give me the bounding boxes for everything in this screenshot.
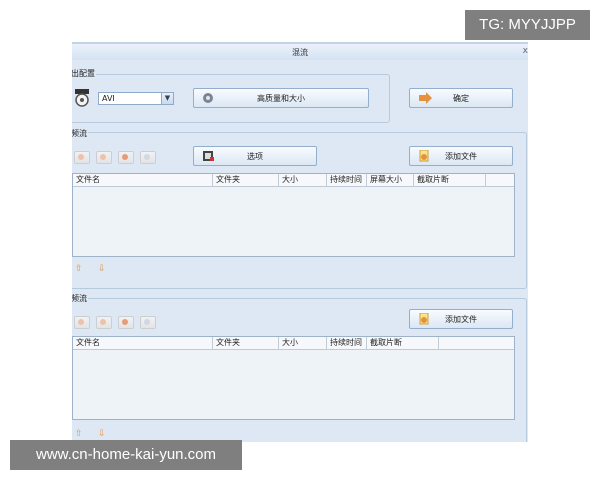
video-clip-tool-icon[interactable] [140,151,156,164]
audio-add-tool-icon[interactable] [74,316,90,329]
video-options-button[interactable]: 选项 [193,146,317,166]
ok-label: 确定 [453,94,469,103]
col-file-name[interactable]: 文件名 [73,174,213,186]
video-stream-legend: 视频流 [72,128,88,139]
col-clip[interactable]: 截取片断 [367,337,439,349]
audio-move-down-icon[interactable]: ⇩ [98,429,106,439]
audio-play-tool-icon[interactable] [118,316,134,329]
format-value: AVI [102,94,115,103]
chevron-down-icon[interactable]: ▼ [161,93,173,104]
audio-add-file-button[interactable]: 添加文件 [409,309,513,329]
window-title: 混流 [292,48,308,57]
video-remove-tool-icon[interactable] [96,151,112,164]
col-folder[interactable]: 文件夹 [213,174,279,186]
output-settings-legend: 输出配置 [72,68,96,79]
quality-size-label: 高质量和大小 [257,94,305,103]
col-folder[interactable]: 文件夹 [213,337,279,349]
video-file-list[interactable]: 文件名 文件夹 大小 持续时间 屏幕大小 截取片断 [72,173,515,257]
col-clip[interactable]: 截取片断 [414,174,486,186]
col-duration[interactable]: 持续时间 [327,337,367,349]
title-bar: 混流 x [72,44,528,60]
video-add-file-button[interactable]: 添加文件 [409,146,513,166]
video-move-up-icon[interactable]: ⇧ [75,264,83,274]
close-icon[interactable]: x [523,46,528,56]
video-add-file-label: 添加文件 [445,152,477,161]
video-options-label: 选项 [247,152,263,161]
video-move-down-icon[interactable]: ⇩ [98,264,106,274]
audio-clip-tool-icon[interactable] [140,316,156,329]
col-screen-size[interactable]: 屏幕大小 [367,174,414,186]
quality-size-button[interactable]: 高质量和大小 [193,88,369,108]
format-select[interactable]: AVI ▼ [98,92,174,105]
audio-list-header: 文件名 文件夹 大小 持续时间 截取片断 [73,337,514,350]
audio-remove-tool-icon[interactable] [96,316,112,329]
col-duration[interactable]: 持续时间 [327,174,367,186]
watermark-url: www.cn-home-kai-yun.com [10,440,242,470]
col-file-name[interactable]: 文件名 [73,337,213,349]
video-list-header: 文件名 文件夹 大小 持续时间 屏幕大小 截取片断 [73,174,514,187]
audio-file-list[interactable]: 文件名 文件夹 大小 持续时间 截取片断 [72,336,515,420]
audio-move-up-icon[interactable]: ⇧ [75,429,83,439]
col-size[interactable]: 大小 [279,337,327,349]
avi-format-icon [74,89,90,107]
ok-button[interactable]: 确定 [409,88,513,108]
watermark-tg: TG: MYYJJPP [465,10,590,40]
audio-stream-legend: 音频流 [72,293,88,304]
audio-add-file-label: 添加文件 [445,315,477,324]
video-add-tool-icon[interactable] [74,151,90,164]
col-size[interactable]: 大小 [279,174,327,186]
mux-dialog: 混流 x 输出配置 AVI ▼ 高质量和大小 确定 视频流 [72,42,528,442]
video-play-tool-icon[interactable] [118,151,134,164]
